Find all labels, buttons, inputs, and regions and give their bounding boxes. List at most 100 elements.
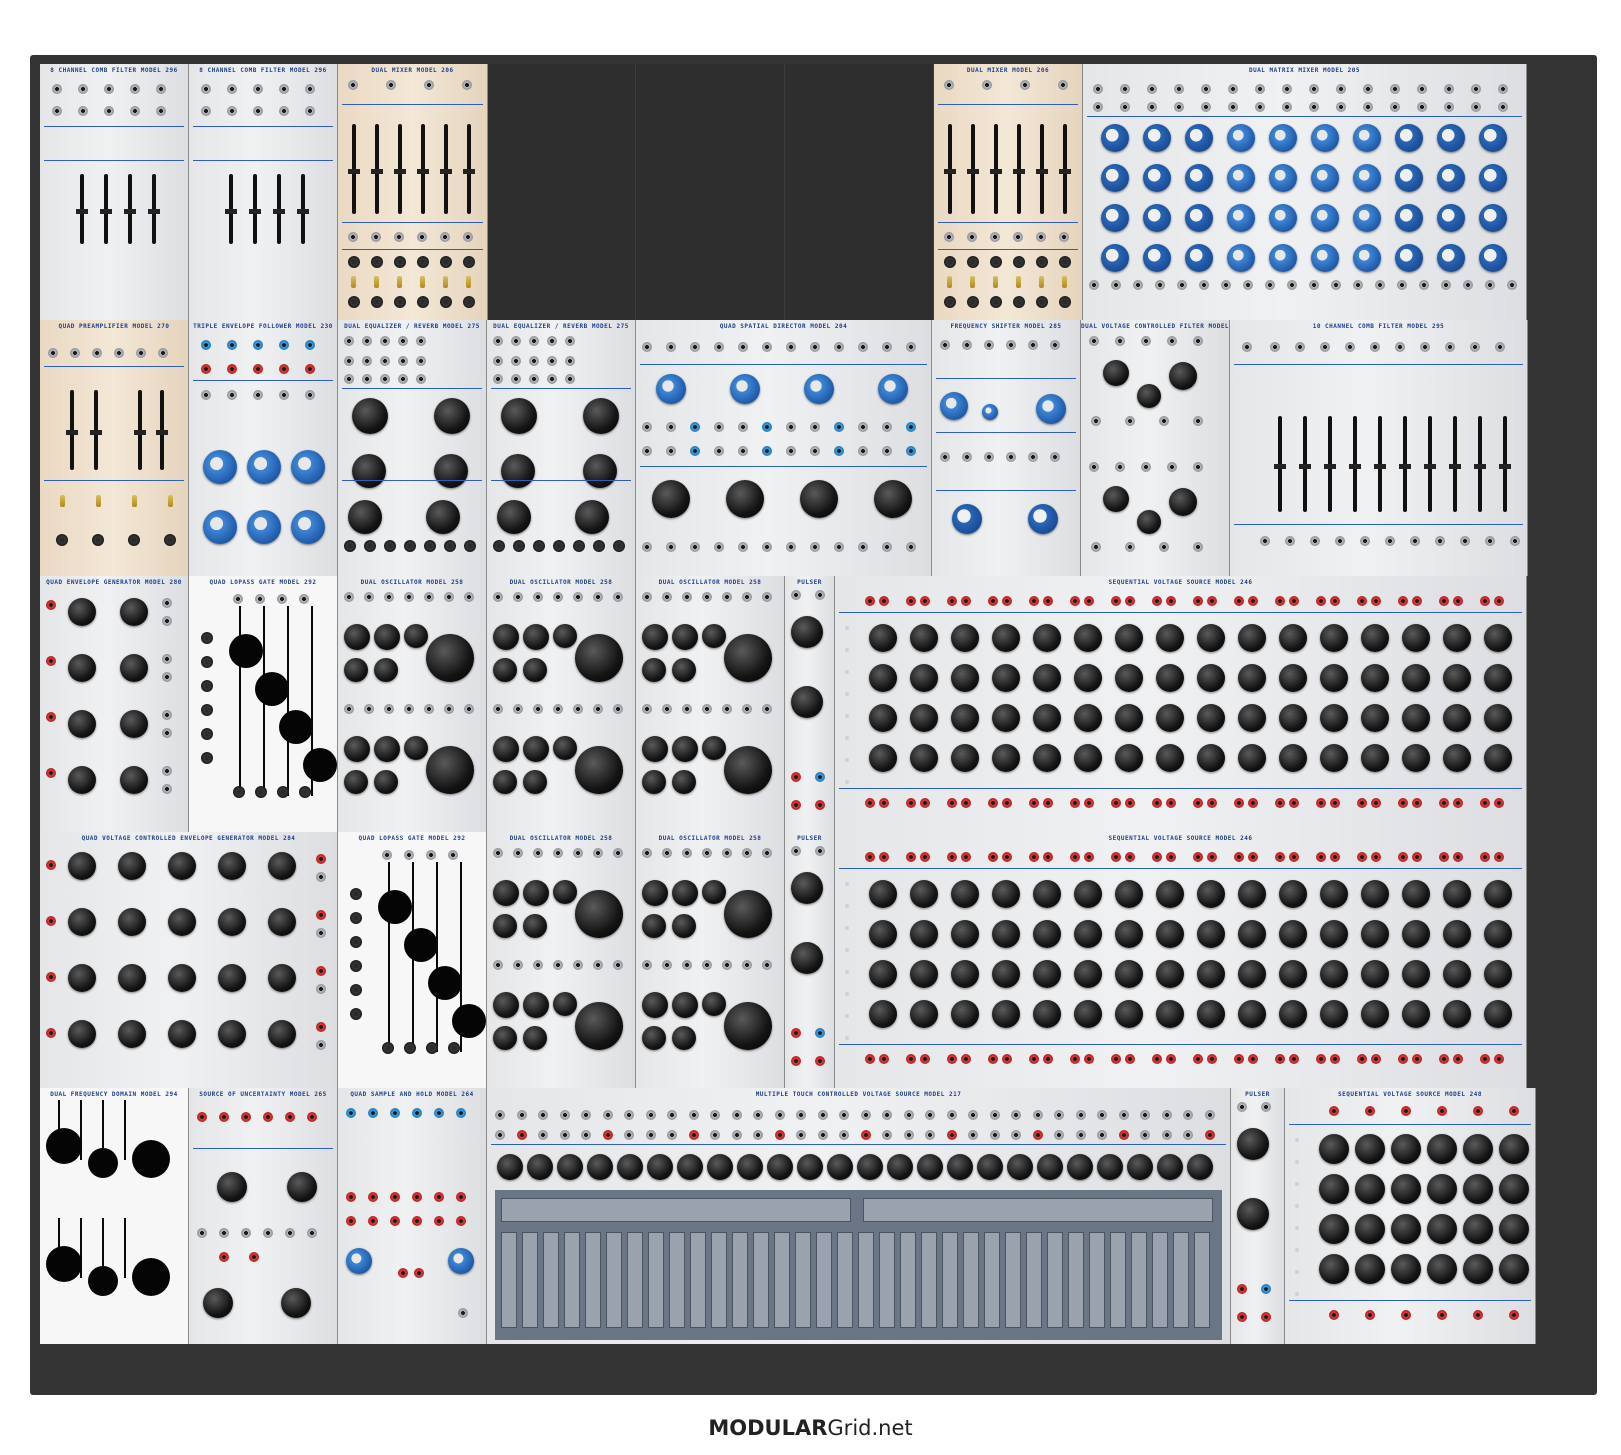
knob[interactable]	[642, 624, 668, 650]
patch-jack[interactable]	[1193, 416, 1203, 426]
knob[interactable]	[1137, 510, 1161, 534]
patch-jack[interactable]	[46, 600, 56, 610]
knob[interactable]	[1036, 394, 1066, 424]
knob[interactable]	[218, 964, 246, 992]
patch-jack[interactable]	[1097, 1110, 1107, 1120]
knob[interactable]	[730, 374, 760, 404]
module-eq[interactable]: DUAL EQUALIZER / REVERB MODEL 275	[338, 320, 487, 576]
patch-jack[interactable]	[529, 356, 539, 366]
patch-jack[interactable]	[1118, 1110, 1129, 1120]
fader[interactable]	[1474, 416, 1486, 512]
patch-jack[interactable]	[368, 1216, 378, 1226]
patch-jack[interactable]	[416, 374, 426, 384]
knob[interactable]	[992, 744, 1020, 772]
knob[interactable]	[218, 852, 246, 880]
patch-jack[interactable]	[130, 106, 140, 116]
knob[interactable]	[1319, 1214, 1349, 1244]
patch-jack[interactable]	[285, 1112, 295, 1122]
knob[interactable]	[1115, 880, 1143, 908]
patch-jack[interactable]	[1453, 852, 1463, 862]
patch-jack[interactable]	[1002, 1054, 1012, 1064]
patch-jack[interactable]	[879, 798, 889, 808]
knob[interactable]	[702, 992, 726, 1016]
patch-jack[interactable]	[162, 672, 172, 682]
patch-jack[interactable]	[593, 848, 603, 858]
patch-jack[interactable]	[1336, 102, 1346, 112]
touch-key[interactable]	[1026, 1232, 1042, 1328]
knob[interactable]	[878, 374, 908, 404]
patch-jack[interactable]	[1070, 852, 1080, 862]
patch-jack[interactable]	[920, 798, 930, 808]
module-pulser[interactable]: PULSER	[785, 576, 835, 832]
knob[interactable]	[982, 404, 998, 420]
patch-jack[interactable]	[834, 542, 844, 552]
knob[interactable]	[1484, 744, 1512, 772]
fader[interactable]	[66, 390, 78, 470]
touch-key[interactable]	[1089, 1232, 1105, 1328]
patch-jack[interactable]	[516, 1110, 527, 1120]
patch-jack[interactable]	[1050, 452, 1060, 462]
patch-jack[interactable]	[1309, 84, 1319, 94]
knob[interactable]	[120, 710, 148, 738]
patch-jack[interactable]	[412, 1216, 422, 1226]
patch-jack[interactable]	[1357, 596, 1367, 606]
patch-jack[interactable]	[307, 1228, 317, 1238]
patch-jack[interactable]	[988, 1054, 998, 1064]
knob[interactable]	[672, 658, 696, 682]
knob[interactable]	[910, 960, 938, 988]
patch-jack[interactable]	[346, 1108, 356, 1118]
patch-jack[interactable]	[1330, 596, 1340, 606]
patch-jack[interactable]	[1282, 102, 1292, 112]
patch-jack[interactable]	[1166, 798, 1176, 808]
knob[interactable]	[1319, 1134, 1349, 1164]
patch-jack[interactable]	[56, 534, 68, 546]
toggle-switch[interactable]	[397, 276, 402, 288]
patch-jack[interactable]	[1420, 342, 1430, 352]
toggle-switch[interactable]	[970, 276, 975, 288]
patch-jack[interactable]	[316, 1022, 326, 1032]
patch-jack[interactable]	[1471, 84, 1481, 94]
patch-jack[interactable]	[299, 594, 309, 604]
knob[interactable]	[1185, 204, 1213, 232]
patch-jack[interactable]	[1494, 798, 1504, 808]
patch-jack[interactable]	[624, 1110, 634, 1120]
fader[interactable]	[249, 174, 261, 244]
patch-jack[interactable]	[440, 256, 452, 268]
patch-jack[interactable]	[1498, 84, 1508, 94]
knob[interactable]	[68, 908, 96, 936]
patch-jack[interactable]	[197, 1112, 207, 1122]
patch-jack[interactable]	[1237, 1284, 1247, 1294]
patch-jack[interactable]	[1510, 536, 1520, 546]
patch-jack[interactable]	[882, 1110, 892, 1120]
patch-jack[interactable]	[1032, 1110, 1043, 1120]
knob[interactable]	[493, 880, 519, 906]
knob[interactable]	[1074, 920, 1102, 948]
knob[interactable]	[992, 960, 1020, 988]
knob[interactable]	[374, 736, 400, 762]
patch-jack[interactable]	[382, 850, 392, 860]
knob[interactable]	[1156, 704, 1184, 732]
patch-jack[interactable]	[667, 1130, 677, 1140]
patch-jack[interactable]	[344, 540, 356, 552]
patch-jack[interactable]	[1335, 536, 1345, 546]
knob[interactable]	[434, 398, 470, 434]
patch-jack[interactable]	[1353, 280, 1363, 290]
knob[interactable]	[1197, 664, 1225, 692]
patch-jack[interactable]	[1152, 1054, 1162, 1064]
knob[interactable]	[268, 908, 296, 936]
patch-jack[interactable]	[1363, 84, 1373, 94]
knob[interactable]	[281, 1288, 311, 1318]
patch-jack[interactable]	[364, 540, 376, 552]
patch-jack[interactable]	[380, 356, 390, 366]
fader[interactable]	[273, 174, 285, 244]
patch-jack[interactable]	[1050, 340, 1060, 350]
knob[interactable]	[426, 746, 474, 794]
patch-jack[interactable]	[817, 1110, 828, 1120]
patch-jack[interactable]	[1028, 340, 1038, 350]
patch-jack[interactable]	[786, 342, 796, 352]
patch-jack[interactable]	[817, 1130, 828, 1140]
fader[interactable]	[297, 174, 309, 244]
toggle-switch[interactable]	[351, 276, 356, 288]
knob[interactable]	[1402, 704, 1430, 732]
patch-jack[interactable]	[1248, 798, 1258, 808]
